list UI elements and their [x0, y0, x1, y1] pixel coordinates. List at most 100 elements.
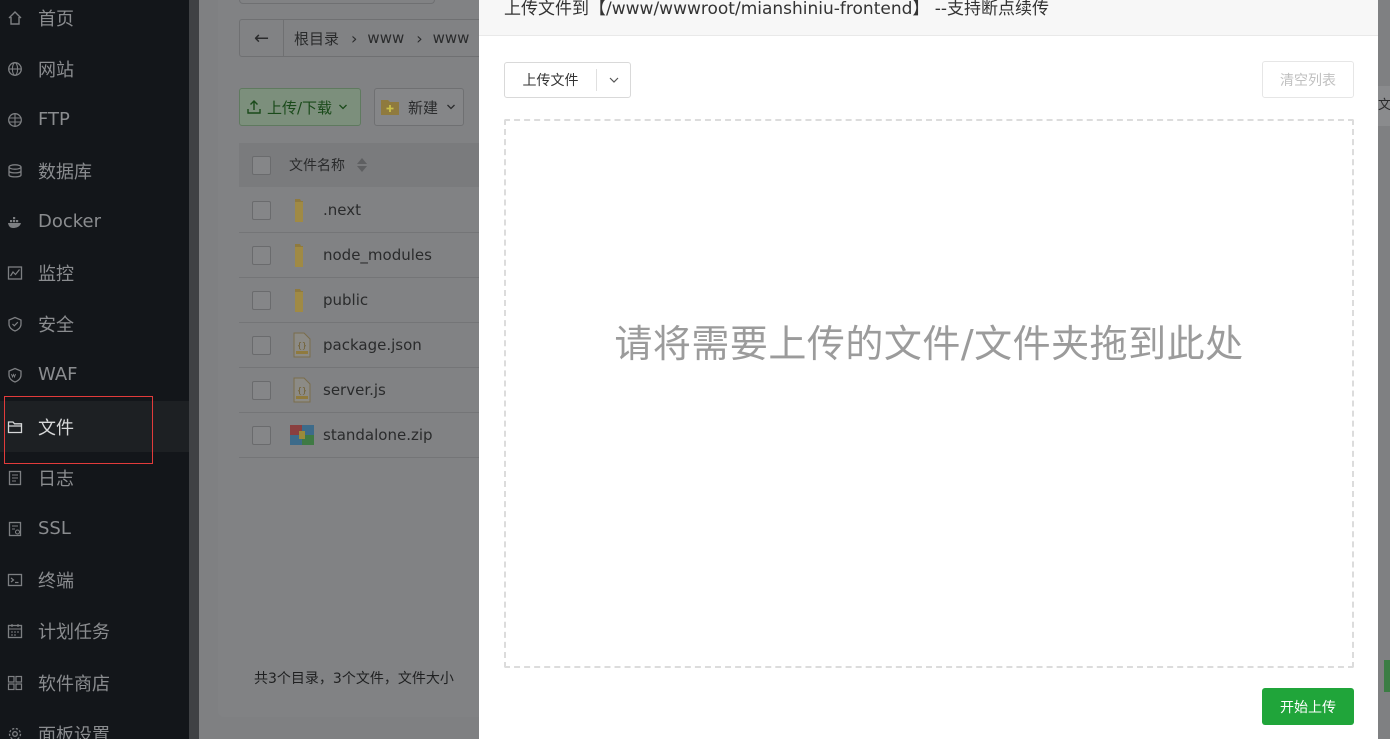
- sidebar-item-files[interactable]: 文件: [0, 401, 189, 452]
- row-checkbox[interactable]: [252, 245, 271, 265]
- breadcrumb: ← 根目录 › www › www: [239, 19, 499, 57]
- globe-icon: [7, 61, 23, 77]
- chevron-right-icon: ›: [416, 28, 423, 48]
- modal-title: 上传文件到【/www/wwwroot/mianshiniu-frontend】 …: [479, 0, 1378, 36]
- sidebar-item-security[interactable]: 安全: [0, 298, 189, 349]
- svg-text:{}: {}: [297, 386, 307, 395]
- ssl-icon: [7, 521, 23, 537]
- monitor-icon: [7, 265, 23, 281]
- upload-file-select[interactable]: 上传文件: [504, 62, 631, 98]
- terminal-icon: [7, 572, 23, 588]
- sidebar-item-label: 文件: [38, 417, 74, 439]
- table-row[interactable]: {} server.js: [239, 368, 518, 413]
- sidebar-item-monitor[interactable]: 监控: [0, 247, 189, 298]
- folder-icon: [295, 289, 303, 312]
- sidebar-item-logs[interactable]: 日志: [0, 452, 189, 503]
- file-name[interactable]: server.js: [323, 381, 386, 399]
- upload-download-button[interactable]: 上传/下载: [239, 88, 361, 126]
- table-row[interactable]: standalone.zip: [239, 413, 518, 458]
- breadcrumb-root[interactable]: 根目录: [294, 28, 339, 49]
- upload-icon: [246, 99, 262, 115]
- sidebar-item-terminal[interactable]: 终端: [0, 554, 189, 605]
- new-button[interactable]: 新建: [374, 88, 464, 126]
- select-all-checkbox[interactable]: [252, 155, 271, 175]
- sidebar-scrollbar[interactable]: [189, 0, 199, 739]
- log-icon: [7, 470, 23, 486]
- json-file-icon: {}: [293, 332, 311, 358]
- sidebar-item-waf[interactable]: WAF: [0, 349, 189, 400]
- calendar-icon: [7, 623, 23, 639]
- table-row[interactable]: public: [239, 278, 518, 323]
- file-table-header: 文件名称: [239, 143, 518, 187]
- row-checkbox[interactable]: [252, 425, 271, 445]
- clear-list-button[interactable]: 清空列表: [1262, 61, 1354, 98]
- sidebar-item-label: 监控: [38, 263, 74, 285]
- sidebar-item-label: WAF: [38, 364, 78, 385]
- background-column-edge: 文: [1378, 86, 1390, 126]
- file-summary: 共3个目录，3个文件，文件大小: [254, 671, 454, 687]
- sidebar-item-label: 计划任务: [38, 621, 110, 643]
- store-icon: [7, 675, 23, 691]
- file-name[interactable]: .next: [323, 201, 361, 219]
- sidebar-item-label: 日志: [38, 468, 74, 490]
- sidebar-item-label: 网站: [38, 59, 74, 81]
- settings-icon: [7, 726, 23, 739]
- sidebar: 首页 网站 FTP 数据库 Docker 监控 安全 WAF 文件 日志 SSL: [0, 0, 189, 739]
- sidebar-item-label: Docker: [38, 211, 102, 232]
- upload-file-label: 上传文件: [522, 73, 579, 89]
- drop-zone[interactable]: 请将需要上传的文件/文件夹拖到此处: [504, 119, 1354, 668]
- sidebar-item-label: 面板设置: [38, 724, 110, 739]
- docker-icon: [7, 214, 23, 230]
- chevron-down-icon: [446, 102, 456, 112]
- row-checkbox[interactable]: [252, 335, 271, 355]
- breadcrumb-www-2[interactable]: www: [433, 29, 470, 47]
- sidebar-item-website[interactable]: 网站: [0, 43, 189, 94]
- breadcrumb-www[interactable]: www: [367, 29, 404, 47]
- sidebar-item-store[interactable]: 软件商店: [0, 657, 189, 708]
- upload-modal: 上传文件到【/www/wwwroot/mianshiniu-frontend】 …: [479, 0, 1378, 739]
- table-row[interactable]: .next: [239, 188, 518, 233]
- shield-icon: [7, 316, 23, 332]
- js-file-icon: {}: [293, 377, 311, 403]
- file-name[interactable]: standalone.zip: [323, 426, 433, 444]
- upload-download-label: 上传/下载: [267, 98, 333, 117]
- row-checkbox[interactable]: [252, 290, 271, 310]
- sidebar-item-label: SSL: [38, 518, 71, 539]
- sidebar-item-home[interactable]: 首页: [0, 0, 189, 43]
- file-manager-top-input[interactable]: [239, 0, 435, 4]
- table-row[interactable]: node_modules: [239, 233, 518, 278]
- row-checkbox[interactable]: [252, 380, 271, 400]
- file-name[interactable]: package.json: [323, 336, 422, 354]
- sidebar-item-settings[interactable]: 面板设置: [0, 708, 189, 739]
- sidebar-item-label: 终端: [38, 570, 74, 592]
- sidebar-item-label: FTP: [38, 109, 70, 130]
- sidebar-item-ftp[interactable]: FTP: [0, 94, 189, 145]
- folder-icon: [295, 244, 303, 267]
- sidebar-item-database[interactable]: 数据库: [0, 145, 189, 196]
- sidebar-item-cron[interactable]: 计划任务: [0, 605, 189, 656]
- drop-hint: 请将需要上传的文件/文件夹拖到此处: [614, 322, 1244, 366]
- chevron-down-icon[interactable]: [597, 74, 630, 86]
- sidebar-item-ssl[interactable]: SSL: [0, 503, 189, 554]
- back-arrow-icon[interactable]: ←: [240, 20, 284, 56]
- sidebar-item-label: 数据库: [38, 161, 92, 183]
- sidebar-item-label: 安全: [38, 314, 74, 336]
- file-name[interactable]: public: [323, 291, 368, 309]
- chevron-down-icon: [338, 102, 348, 112]
- sidebar-item-docker[interactable]: Docker: [0, 196, 189, 247]
- column-file-name[interactable]: 文件名称: [289, 155, 345, 175]
- sidebar-item-label: 首页: [38, 8, 74, 30]
- new-label: 新建: [408, 98, 439, 117]
- start-upload-button[interactable]: 开始上传: [1262, 688, 1354, 725]
- waf-icon: [7, 367, 23, 383]
- sort-icon[interactable]: [357, 158, 367, 172]
- folder-icon: [295, 199, 303, 222]
- table-row[interactable]: {} package.json: [239, 323, 518, 368]
- folder-icon: [7, 419, 23, 435]
- background-green-button-edge: [1384, 660, 1390, 692]
- chevron-right-icon: ›: [351, 28, 358, 48]
- sidebar-item-label: 软件商店: [38, 673, 110, 695]
- ftp-icon: [7, 112, 23, 128]
- file-name[interactable]: node_modules: [323, 246, 432, 264]
- row-checkbox[interactable]: [252, 200, 271, 220]
